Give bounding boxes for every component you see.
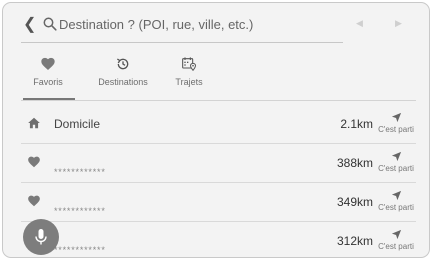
navigation-arrow-icon (391, 151, 401, 162)
history-icon (116, 58, 129, 70)
go-button[interactable]: C'est parti (376, 112, 416, 140)
list-item-distance: 349km (336, 195, 373, 209)
list-item-name: ************ (54, 167, 106, 177)
calendar-pin-icon (182, 57, 196, 72)
list-item[interactable]: Domicile 2.1km C'est parti (21, 105, 416, 144)
navigation-arrow-icon (391, 229, 401, 240)
triangle-right-icon[interactable]: ▶ (395, 18, 402, 29)
heart-icon (41, 57, 55, 70)
search-input[interactable]: Destination ? (POI, rue, ville, etc.) (43, 12, 355, 40)
home-icon (28, 117, 40, 129)
list-item-distance: 312km (336, 234, 373, 248)
microphone-button[interactable] (23, 219, 59, 255)
navigation-arrow-icon (391, 112, 401, 123)
list-item-distance: 388km (336, 156, 373, 170)
go-button[interactable]: C'est parti (376, 190, 416, 218)
chevron-left-icon[interactable]: ❮ (23, 16, 37, 34)
list-item[interactable]: ************ 349km C'est parti (21, 183, 416, 222)
list-item[interactable]: ************ 388km C'est parti (21, 144, 416, 183)
triangle-left-icon[interactable]: ◀ (356, 18, 363, 29)
list-item[interactable]: ************ 312km C'est parti (21, 222, 416, 257)
list-item-name: Domicile (54, 117, 101, 131)
navigation-screen: ❮ Destination ? (POI, rue, ville, etc.) … (2, 2, 430, 258)
go-label: C'est parti (378, 125, 414, 134)
favorites-list: Domicile 2.1km C'est parti ************ … (21, 105, 416, 257)
tab-trajets[interactable]: Trajets (171, 55, 207, 99)
search-bar: ❮ Destination ? (POI, rue, ville, etc.) … (21, 11, 416, 43)
tab-favoris[interactable]: Favoris (21, 55, 75, 99)
search-placeholder: Destination ? (POI, rue, ville, etc.) (59, 17, 254, 32)
search-underline (21, 42, 343, 43)
list-item-name: ************ (54, 245, 106, 255)
tab-label: Destinations (98, 77, 148, 87)
tab-label: Favoris (33, 77, 63, 87)
go-label: C'est parti (378, 203, 414, 212)
tabs-divider (21, 100, 416, 101)
heart-icon (28, 195, 40, 207)
go-label: C'est parti (378, 242, 414, 251)
tab-bar: Favoris Destinations Trajets (21, 55, 416, 101)
tab-destinations[interactable]: Destinations (91, 55, 155, 99)
search-icon (43, 17, 57, 31)
go-label: C'est parti (378, 164, 414, 173)
tab-label: Trajets (175, 77, 203, 87)
go-button[interactable]: C'est parti (376, 229, 416, 257)
navigation-arrow-icon (391, 190, 401, 201)
heart-icon (28, 156, 40, 168)
list-item-name: ************ (54, 206, 106, 216)
list-item-distance: 2.1km (340, 117, 373, 131)
go-button[interactable]: C'est parti (376, 151, 416, 179)
microphone-icon (35, 229, 47, 245)
